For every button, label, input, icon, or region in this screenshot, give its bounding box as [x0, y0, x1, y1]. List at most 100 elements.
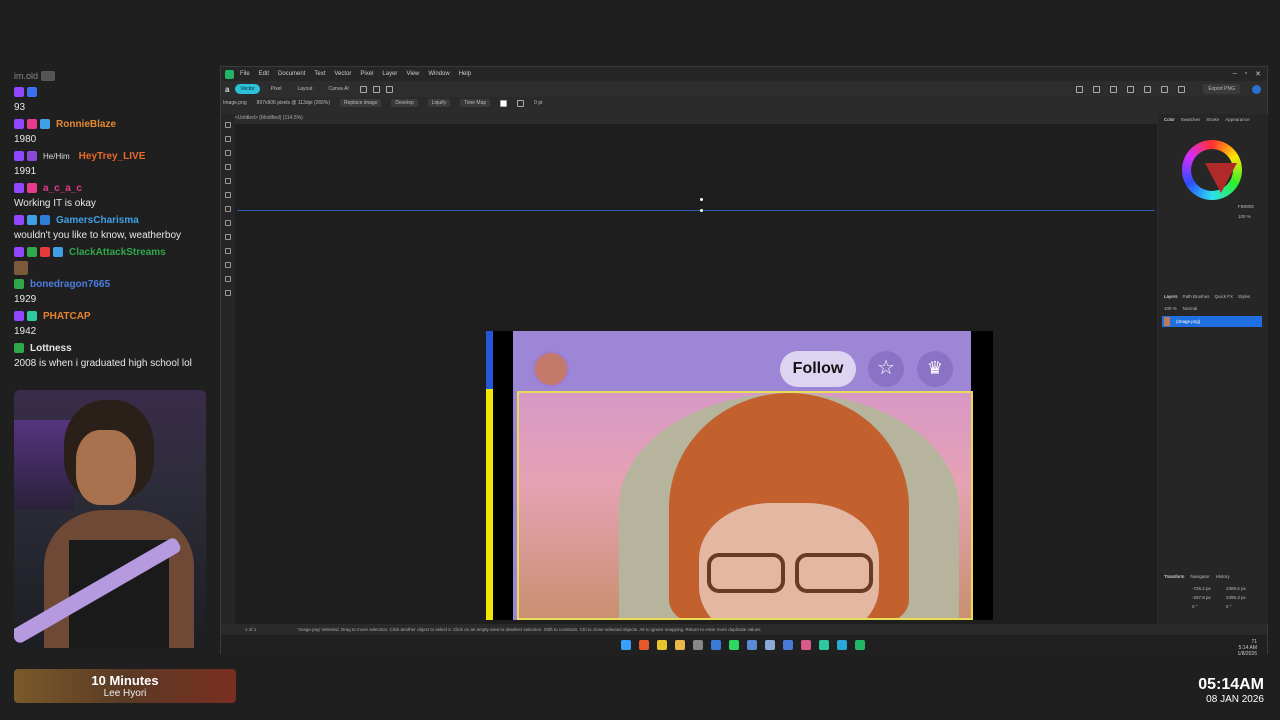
menu-help[interactable]: Help	[459, 71, 471, 77]
start-icon[interactable]	[621, 640, 631, 650]
canvas-area[interactable]: Follow ☆ ♛	[235, 124, 1157, 624]
persona-pixel[interactable]: Pixel	[266, 84, 287, 94]
menu-layer[interactable]: Layer	[382, 71, 397, 77]
export-button[interactable]: Export PNG	[1203, 84, 1240, 94]
crop-tool-icon[interactable]	[225, 248, 231, 254]
close-doc-icon[interactable]	[385, 85, 393, 93]
chat-username: a_c_a_c	[43, 182, 82, 194]
snap-icon[interactable]	[1161, 85, 1169, 93]
tab-swatches[interactable]: Swatches	[1181, 117, 1201, 122]
tab-history[interactable]: History	[1216, 574, 1230, 579]
app-icon[interactable]	[765, 640, 775, 650]
app-icon[interactable]	[747, 640, 757, 650]
app-icon[interactable]	[783, 640, 793, 650]
transform-icon[interactable]	[1127, 85, 1135, 93]
guide-line[interactable]	[237, 210, 1155, 211]
arrange-icon[interactable]	[1076, 85, 1084, 93]
pen-tool-icon[interactable]	[225, 150, 231, 156]
fill-swatch-icon[interactable]	[500, 99, 508, 107]
document-icon[interactable]	[372, 85, 380, 93]
tab-stroke[interactable]: Stroke	[1206, 117, 1219, 122]
affinity-icon[interactable]	[855, 640, 865, 650]
tab-navigator[interactable]: Navigator	[1190, 574, 1209, 579]
transform-h[interactable]: 2395.3 px	[1226, 595, 1260, 600]
toolbar-icons	[1076, 85, 1186, 93]
tone-map-button[interactable]: Tone Map	[460, 99, 491, 107]
app-icon[interactable]	[837, 640, 847, 650]
menu-window[interactable]: Window	[428, 71, 449, 77]
chat-badge-icon	[14, 343, 24, 353]
persona-vector[interactable]: Vector	[235, 84, 260, 94]
app-icon[interactable]	[819, 640, 829, 650]
zoom-tool-icon[interactable]	[225, 290, 231, 296]
menu-vector[interactable]: Vector	[334, 71, 351, 77]
settings-icon[interactable]	[1178, 85, 1186, 93]
stroke-swatch-icon[interactable]	[517, 99, 525, 107]
fill-tool-icon[interactable]	[225, 192, 231, 198]
layer-row-image[interactable]: (Image.png)	[1162, 316, 1262, 327]
now-playing-banner: 10 Minutes Lee Hyori	[14, 669, 236, 703]
blend-mode-select[interactable]: Normal	[1183, 306, 1198, 311]
tab-path-brushes[interactable]: Path Brushes	[1183, 294, 1210, 299]
menu-edit[interactable]: Edit	[259, 71, 269, 77]
menu-file[interactable]: File	[240, 71, 250, 77]
tab-color[interactable]: Color	[1164, 117, 1175, 122]
transform-w[interactable]: 2369.5 px	[1226, 586, 1260, 591]
brush-tool-icon[interactable]	[225, 178, 231, 184]
transform-y[interactable]: -257.8 px	[1192, 595, 1226, 600]
help-icon[interactable]	[1252, 84, 1261, 94]
color-triangle[interactable]	[1205, 163, 1237, 193]
menu-text[interactable]: Text	[314, 71, 325, 77]
app-icon[interactable]	[801, 640, 811, 650]
tab-transform[interactable]: Transform	[1164, 574, 1184, 579]
tab-layers[interactable]: Layers	[1164, 294, 1178, 299]
path-node[interactable]	[700, 198, 703, 201]
move-tool-icon[interactable]	[225, 122, 231, 128]
webcam-feed	[14, 390, 206, 648]
layer-opacity[interactable]: 100 %	[1164, 306, 1177, 311]
star-icon: ☆	[868, 351, 904, 387]
pronoun-tag: He/Him	[43, 151, 70, 161]
stroke-width[interactable]: 0 pt	[534, 100, 542, 106]
hand-tool-icon[interactable]	[225, 276, 231, 282]
document-tab[interactable]: <Untitled> (Modified) (114.5%)	[235, 115, 303, 124]
align-icon[interactable]	[1093, 85, 1101, 93]
app-icon[interactable]	[711, 640, 721, 650]
tab-quick-fx[interactable]: Quick FX	[1215, 294, 1234, 299]
gradient-tool-icon[interactable]	[225, 206, 231, 212]
browser-icon[interactable]	[639, 640, 649, 650]
persona-layout[interactable]: Layout	[292, 84, 317, 94]
folder-icon[interactable]	[675, 640, 685, 650]
boolean-icon[interactable]	[1110, 85, 1118, 93]
persona-canva-ai[interactable]: Canva AI	[324, 84, 354, 94]
minimize-icon[interactable]: –	[1233, 70, 1237, 78]
tab-appearance[interactable]: Appearance	[1225, 117, 1249, 122]
shape-tool-icon[interactable]	[225, 220, 231, 226]
settings-icon[interactable]	[693, 640, 703, 650]
placed-image[interactable]: Follow ☆ ♛	[486, 331, 993, 620]
chrome-icon[interactable]	[657, 640, 667, 650]
more-icon[interactable]	[359, 85, 367, 93]
menu-document[interactable]: Document	[278, 71, 305, 77]
hex-value[interactable]: FB0808	[1238, 204, 1254, 209]
text-tool-icon[interactable]	[225, 234, 231, 240]
close-icon[interactable]: ✕	[1255, 70, 1261, 78]
path-node[interactable]	[700, 209, 703, 212]
tab-styles[interactable]: Styles	[1238, 294, 1250, 299]
menu-pixel[interactable]: Pixel	[360, 71, 373, 77]
flip-icon[interactable]	[1144, 85, 1152, 93]
replace-image-button[interactable]: Replace image	[340, 99, 382, 107]
liquify-button[interactable]: Liquify	[427, 99, 451, 107]
layer-name: (Image.png)	[1176, 319, 1201, 324]
color-wheel[interactable]	[1182, 140, 1242, 200]
transform-x[interactable]: -726.2 px	[1192, 586, 1226, 591]
node-tool-icon[interactable]	[225, 136, 231, 142]
transform-s[interactable]: 0 °	[1226, 604, 1260, 609]
maximize-icon[interactable]: ▫	[1245, 70, 1247, 78]
menu-view[interactable]: View	[406, 71, 419, 77]
spotify-icon[interactable]	[729, 640, 739, 650]
picker-tool-icon[interactable]	[225, 262, 231, 268]
transform-r[interactable]: 0 °	[1192, 604, 1226, 609]
pencil-tool-icon[interactable]	[225, 164, 231, 170]
develop-button[interactable]: Develop	[391, 99, 418, 107]
